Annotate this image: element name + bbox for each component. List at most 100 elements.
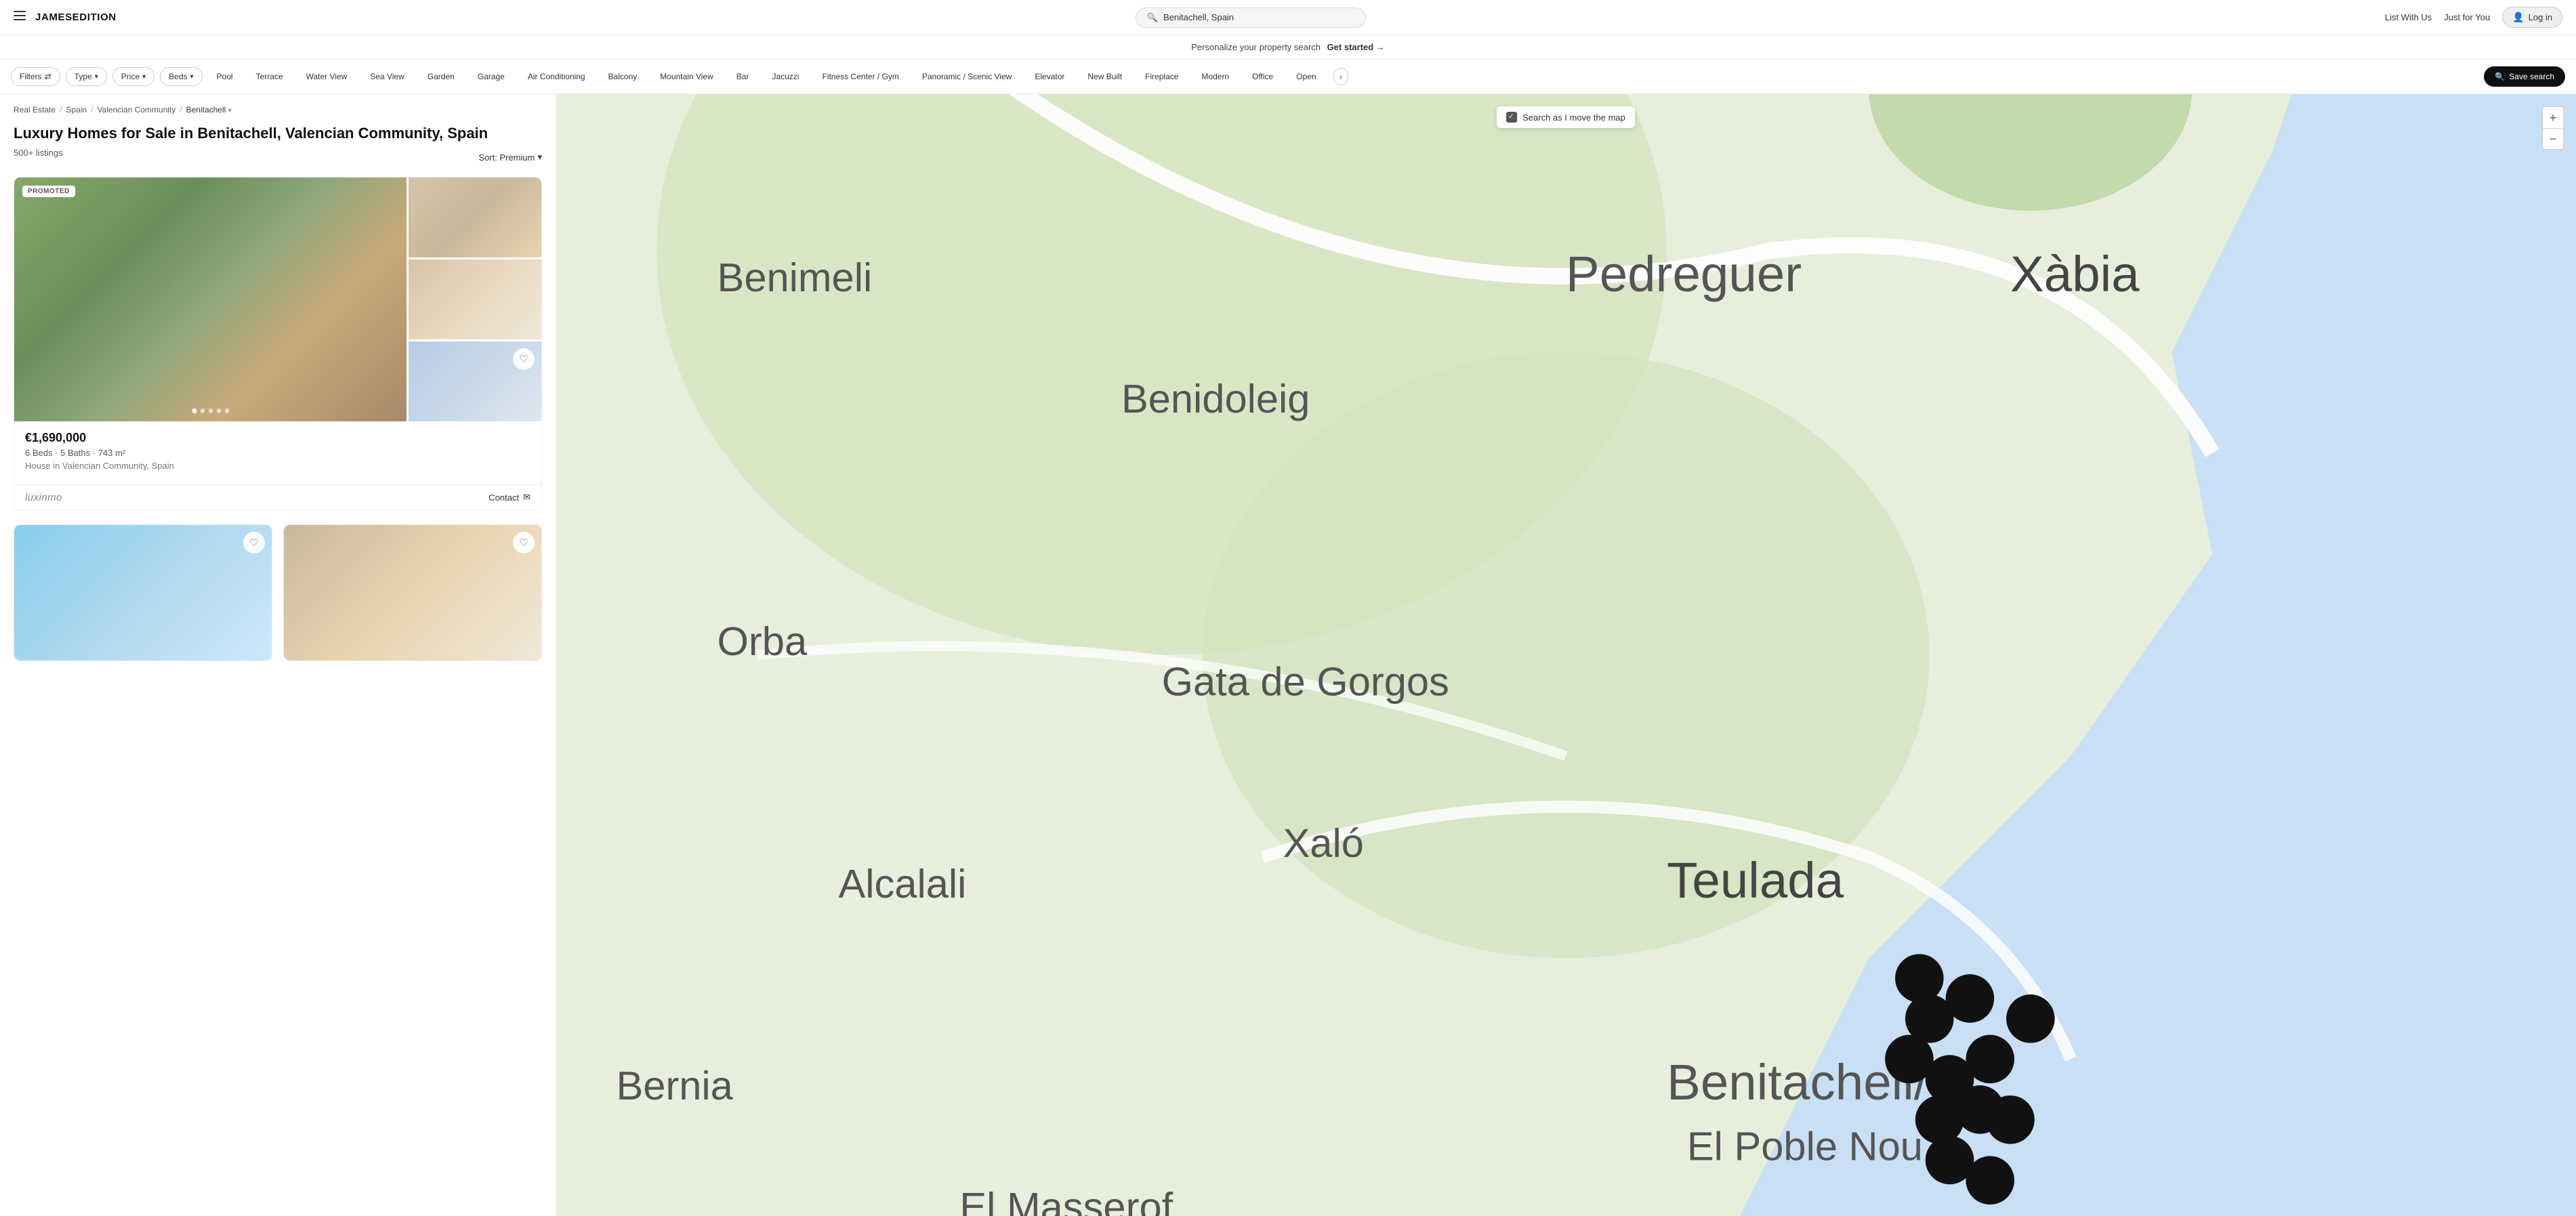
price-chevron: ▾ bbox=[142, 73, 146, 81]
new-built-tag[interactable]: New Built bbox=[1079, 67, 1131, 86]
search-as-move-label: Search as I move the map bbox=[1522, 112, 1625, 123]
breadcrumb-valencian[interactable]: Valencian Community bbox=[97, 105, 175, 114]
site-logo[interactable]: JAMESEDITION bbox=[35, 12, 117, 23]
dot-4 bbox=[216, 408, 221, 413]
beds-label: Beds bbox=[169, 72, 187, 81]
header: JAMESEDITION 🔍 Benitachell, Spain List W… bbox=[0, 0, 2576, 35]
svg-text:El Poble Nou: El Poble Nou bbox=[1687, 1124, 1923, 1169]
elevator-tag[interactable]: Elevator bbox=[1026, 67, 1073, 86]
svg-text:Xaló: Xaló bbox=[1283, 820, 1364, 866]
contact-label: Contact bbox=[489, 492, 519, 503]
pool-tag[interactable]: Pool bbox=[208, 67, 242, 86]
listing-card: PROMOTED bbox=[14, 177, 542, 511]
dot-5 bbox=[224, 408, 229, 413]
small-image-placeholder-2 bbox=[284, 525, 541, 661]
sort-label: Sort: Premium bbox=[478, 152, 535, 163]
breadcrumb: Real Estate / Spain / Valencian Communit… bbox=[14, 105, 542, 114]
side-image-3: ♡ bbox=[409, 341, 541, 421]
zoom-out-button[interactable]: − bbox=[2542, 128, 2564, 150]
breadcrumb-sep-1: / bbox=[60, 105, 62, 114]
promoted-badge: PROMOTED bbox=[22, 186, 75, 197]
breadcrumb-sep-2: / bbox=[91, 105, 93, 114]
card-footer: luxinmo Contact ✉ bbox=[14, 484, 541, 510]
left-panel: Real Estate / Spain / Valencian Communit… bbox=[0, 94, 556, 1216]
list-with-us-link[interactable]: List With Us bbox=[2385, 12, 2432, 22]
sort-button[interactable]: Sort: Premium ▾ bbox=[478, 152, 542, 163]
save-search-button[interactable]: 🔍 Save search bbox=[2484, 66, 2565, 87]
garden-tag[interactable]: Garden bbox=[419, 67, 463, 86]
card-info: €1,690,000 6 Beds · 5 Baths · 743 m² Hou… bbox=[14, 421, 541, 484]
contact-button[interactable]: Contact ✉ bbox=[489, 492, 531, 503]
svg-text:Bernia: Bernia bbox=[616, 1063, 733, 1108]
filters-bar: Filters ⇄ Type ▾ Price ▾ Beds ▾ Pool Ter… bbox=[0, 60, 2576, 94]
sea-view-tag[interactable]: Sea View bbox=[361, 67, 413, 86]
just-for-you-link[interactable]: Just for You bbox=[2444, 12, 2490, 22]
fireplace-tag[interactable]: Fireplace bbox=[1136, 67, 1187, 86]
side-images: ♡ bbox=[409, 177, 541, 421]
svg-text:Alcalali: Alcalali bbox=[838, 861, 966, 906]
dot-2 bbox=[200, 408, 205, 413]
save-search-label: Save search bbox=[2509, 72, 2554, 81]
price-label: Price bbox=[121, 72, 140, 81]
secondary-cards-row: ♡ ♡ bbox=[14, 524, 542, 661]
menu-icon[interactable] bbox=[14, 11, 26, 24]
login-button[interactable]: 👤 Log in bbox=[2502, 7, 2562, 28]
user-icon: 👤 bbox=[2512, 12, 2524, 23]
save-search-icon: 🔍 bbox=[2495, 72, 2505, 81]
search-icon: 🔍 bbox=[1147, 12, 1158, 23]
water-view-tag[interactable]: Water View bbox=[297, 67, 356, 86]
type-chevron: ▾ bbox=[95, 73, 98, 81]
air-conditioning-tag[interactable]: Air Conditioning bbox=[519, 67, 594, 86]
mountain-view-tag[interactable]: Mountain View bbox=[651, 67, 722, 86]
filter-icon: ⇄ bbox=[45, 72, 51, 81]
svg-text:Xàbia: Xàbia bbox=[2010, 246, 2140, 302]
fitness-center-tag[interactable]: Fitness Center / Gym bbox=[813, 67, 907, 86]
type-label: Type bbox=[75, 72, 92, 81]
save-listing-3-button[interactable]: ♡ bbox=[513, 532, 535, 553]
map-panel: Monte Pego El Verger Dénia Benimeli Beni… bbox=[556, 94, 2576, 1216]
save-listing-button[interactable]: ♡ bbox=[513, 348, 535, 370]
card-location: House in Valencian Community, Spain bbox=[25, 461, 531, 471]
price-filter[interactable]: Price ▾ bbox=[112, 67, 154, 86]
office-tag[interactable]: Office bbox=[1243, 67, 1282, 86]
balcony-tag[interactable]: Balcony bbox=[600, 67, 646, 86]
small-image-placeholder-1 bbox=[14, 525, 272, 661]
bar-tag[interactable]: Bar bbox=[728, 67, 758, 86]
map-background: Monte Pego El Verger Dénia Benimeli Beni… bbox=[556, 94, 2576, 1216]
main-layout: Real Estate / Spain / Valencian Communit… bbox=[0, 94, 2576, 1216]
garage-tag[interactable]: Garage bbox=[469, 67, 514, 86]
svg-text:Pedreguer: Pedreguer bbox=[1566, 246, 1802, 302]
svg-text:Gata de Gorgos: Gata de Gorgos bbox=[1162, 659, 1449, 705]
breadcrumb-benitachell[interactable]: Benitachell ▾ bbox=[186, 105, 232, 114]
save-listing-2-button[interactable]: ♡ bbox=[243, 532, 265, 553]
contact-icon: ✉ bbox=[523, 492, 531, 503]
agent-logo: luxinmo bbox=[25, 492, 62, 503]
map-zoom-controls: + − bbox=[2542, 106, 2564, 150]
filters-button[interactable]: Filters ⇄ bbox=[11, 67, 60, 86]
search-as-move-control[interactable]: Search as I move the map bbox=[1497, 106, 1635, 128]
jacuzzi-tag[interactable]: Jacuzzi bbox=[763, 67, 808, 86]
zoom-in-button[interactable]: + bbox=[2542, 106, 2564, 128]
search-bar[interactable]: 🔍 Benitachell, Spain bbox=[1136, 7, 1366, 28]
type-filter[interactable]: Type ▾ bbox=[66, 67, 107, 86]
open-tag[interactable]: Open bbox=[1287, 67, 1325, 86]
small-card-2: ♡ bbox=[283, 524, 542, 661]
modern-tag[interactable]: Modern bbox=[1192, 67, 1238, 86]
main-image-placeholder bbox=[14, 177, 407, 421]
get-started-link[interactable]: Get started → bbox=[1327, 42, 1385, 52]
scroll-right-icon[interactable]: › bbox=[1333, 68, 1349, 85]
side-image-1 bbox=[409, 177, 541, 257]
panoramic-tag[interactable]: Panoramic / Scenic View bbox=[913, 67, 1021, 86]
svg-text:Benidoleig: Benidoleig bbox=[1121, 376, 1310, 421]
beds-filter[interactable]: Beds ▾ bbox=[160, 67, 202, 86]
small-card-1: ♡ bbox=[14, 524, 272, 661]
breadcrumb-spain[interactable]: Spain bbox=[66, 105, 87, 114]
dot-1 bbox=[192, 408, 196, 413]
side-image-2 bbox=[409, 259, 541, 339]
breadcrumb-sep-3: / bbox=[180, 105, 182, 114]
search-text: Benitachell, Spain bbox=[1163, 12, 1234, 22]
breadcrumb-real-estate[interactable]: Real Estate bbox=[14, 105, 56, 114]
small-card-image-1: ♡ bbox=[14, 525, 272, 661]
search-as-move-checkbox[interactable] bbox=[1506, 112, 1517, 123]
terrace-tag[interactable]: Terrace bbox=[247, 67, 292, 86]
